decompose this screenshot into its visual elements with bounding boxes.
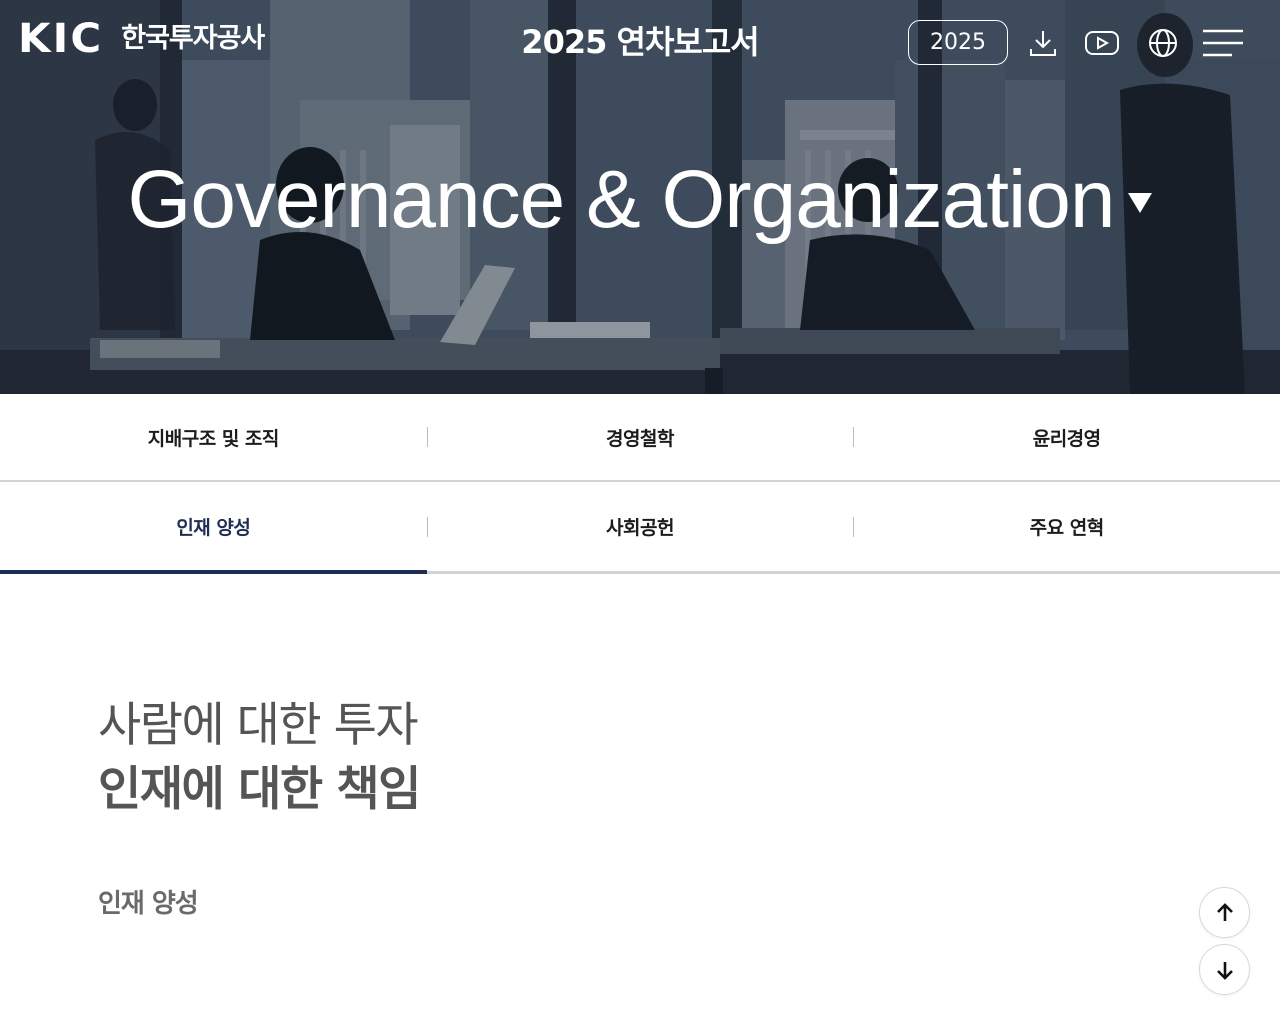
- year-select-button[interactable]: 2025: [908, 20, 1008, 65]
- tab-governance[interactable]: 지배구조 및 조직: [0, 394, 427, 480]
- sub-navigation-tabs: 지배구조 및 조직 경영철학 윤리경영 인재 양성 사회공헌 주요 연혁: [0, 394, 1280, 574]
- youtube-icon[interactable]: [1084, 25, 1120, 61]
- tab-ethics-management[interactable]: 윤리경영: [853, 394, 1280, 480]
- arrow-up-icon: [1216, 902, 1233, 921]
- section-label: 인재 양성: [98, 889, 199, 919]
- globe-icon[interactable]: [1145, 25, 1181, 61]
- hero-banner: KIC 한국투자공사 2025 연차보고서 2025 Governance & …: [0, 0, 1280, 394]
- scroll-top-button[interactable]: [1199, 887, 1250, 938]
- intro-heading: 사람에 대한 투자 인재에 대한 책임: [98, 695, 421, 823]
- tab-management-philosophy[interactable]: 경영철학: [426, 394, 854, 480]
- tab-talent-development[interactable]: 인재 양성: [0, 482, 427, 574]
- intro-lead: 사람에 대한 투자: [98, 698, 419, 753]
- caret-down-icon: [1128, 193, 1153, 213]
- arrow-down-icon: [1216, 961, 1233, 980]
- tab-history[interactable]: 주요 연혁: [853, 482, 1280, 571]
- section-title-dropdown[interactable]: Governance & Organization: [0, 150, 1280, 250]
- download-icon[interactable]: [1025, 25, 1061, 61]
- hero-title-text: Governance & Organization: [127, 154, 1116, 245]
- menu-icon[interactable]: [1202, 25, 1244, 61]
- tab-row-2: 인재 양성 사회공헌 주요 연혁: [0, 482, 1280, 574]
- intro-lead-strong: 인재에 대한 책임: [98, 762, 421, 817]
- scroll-bottom-button[interactable]: [1199, 944, 1250, 995]
- tab-row-1: 지배구조 및 조직 경영철학 윤리경영: [0, 394, 1280, 482]
- tab-social-contribution[interactable]: 사회공헌: [426, 482, 854, 571]
